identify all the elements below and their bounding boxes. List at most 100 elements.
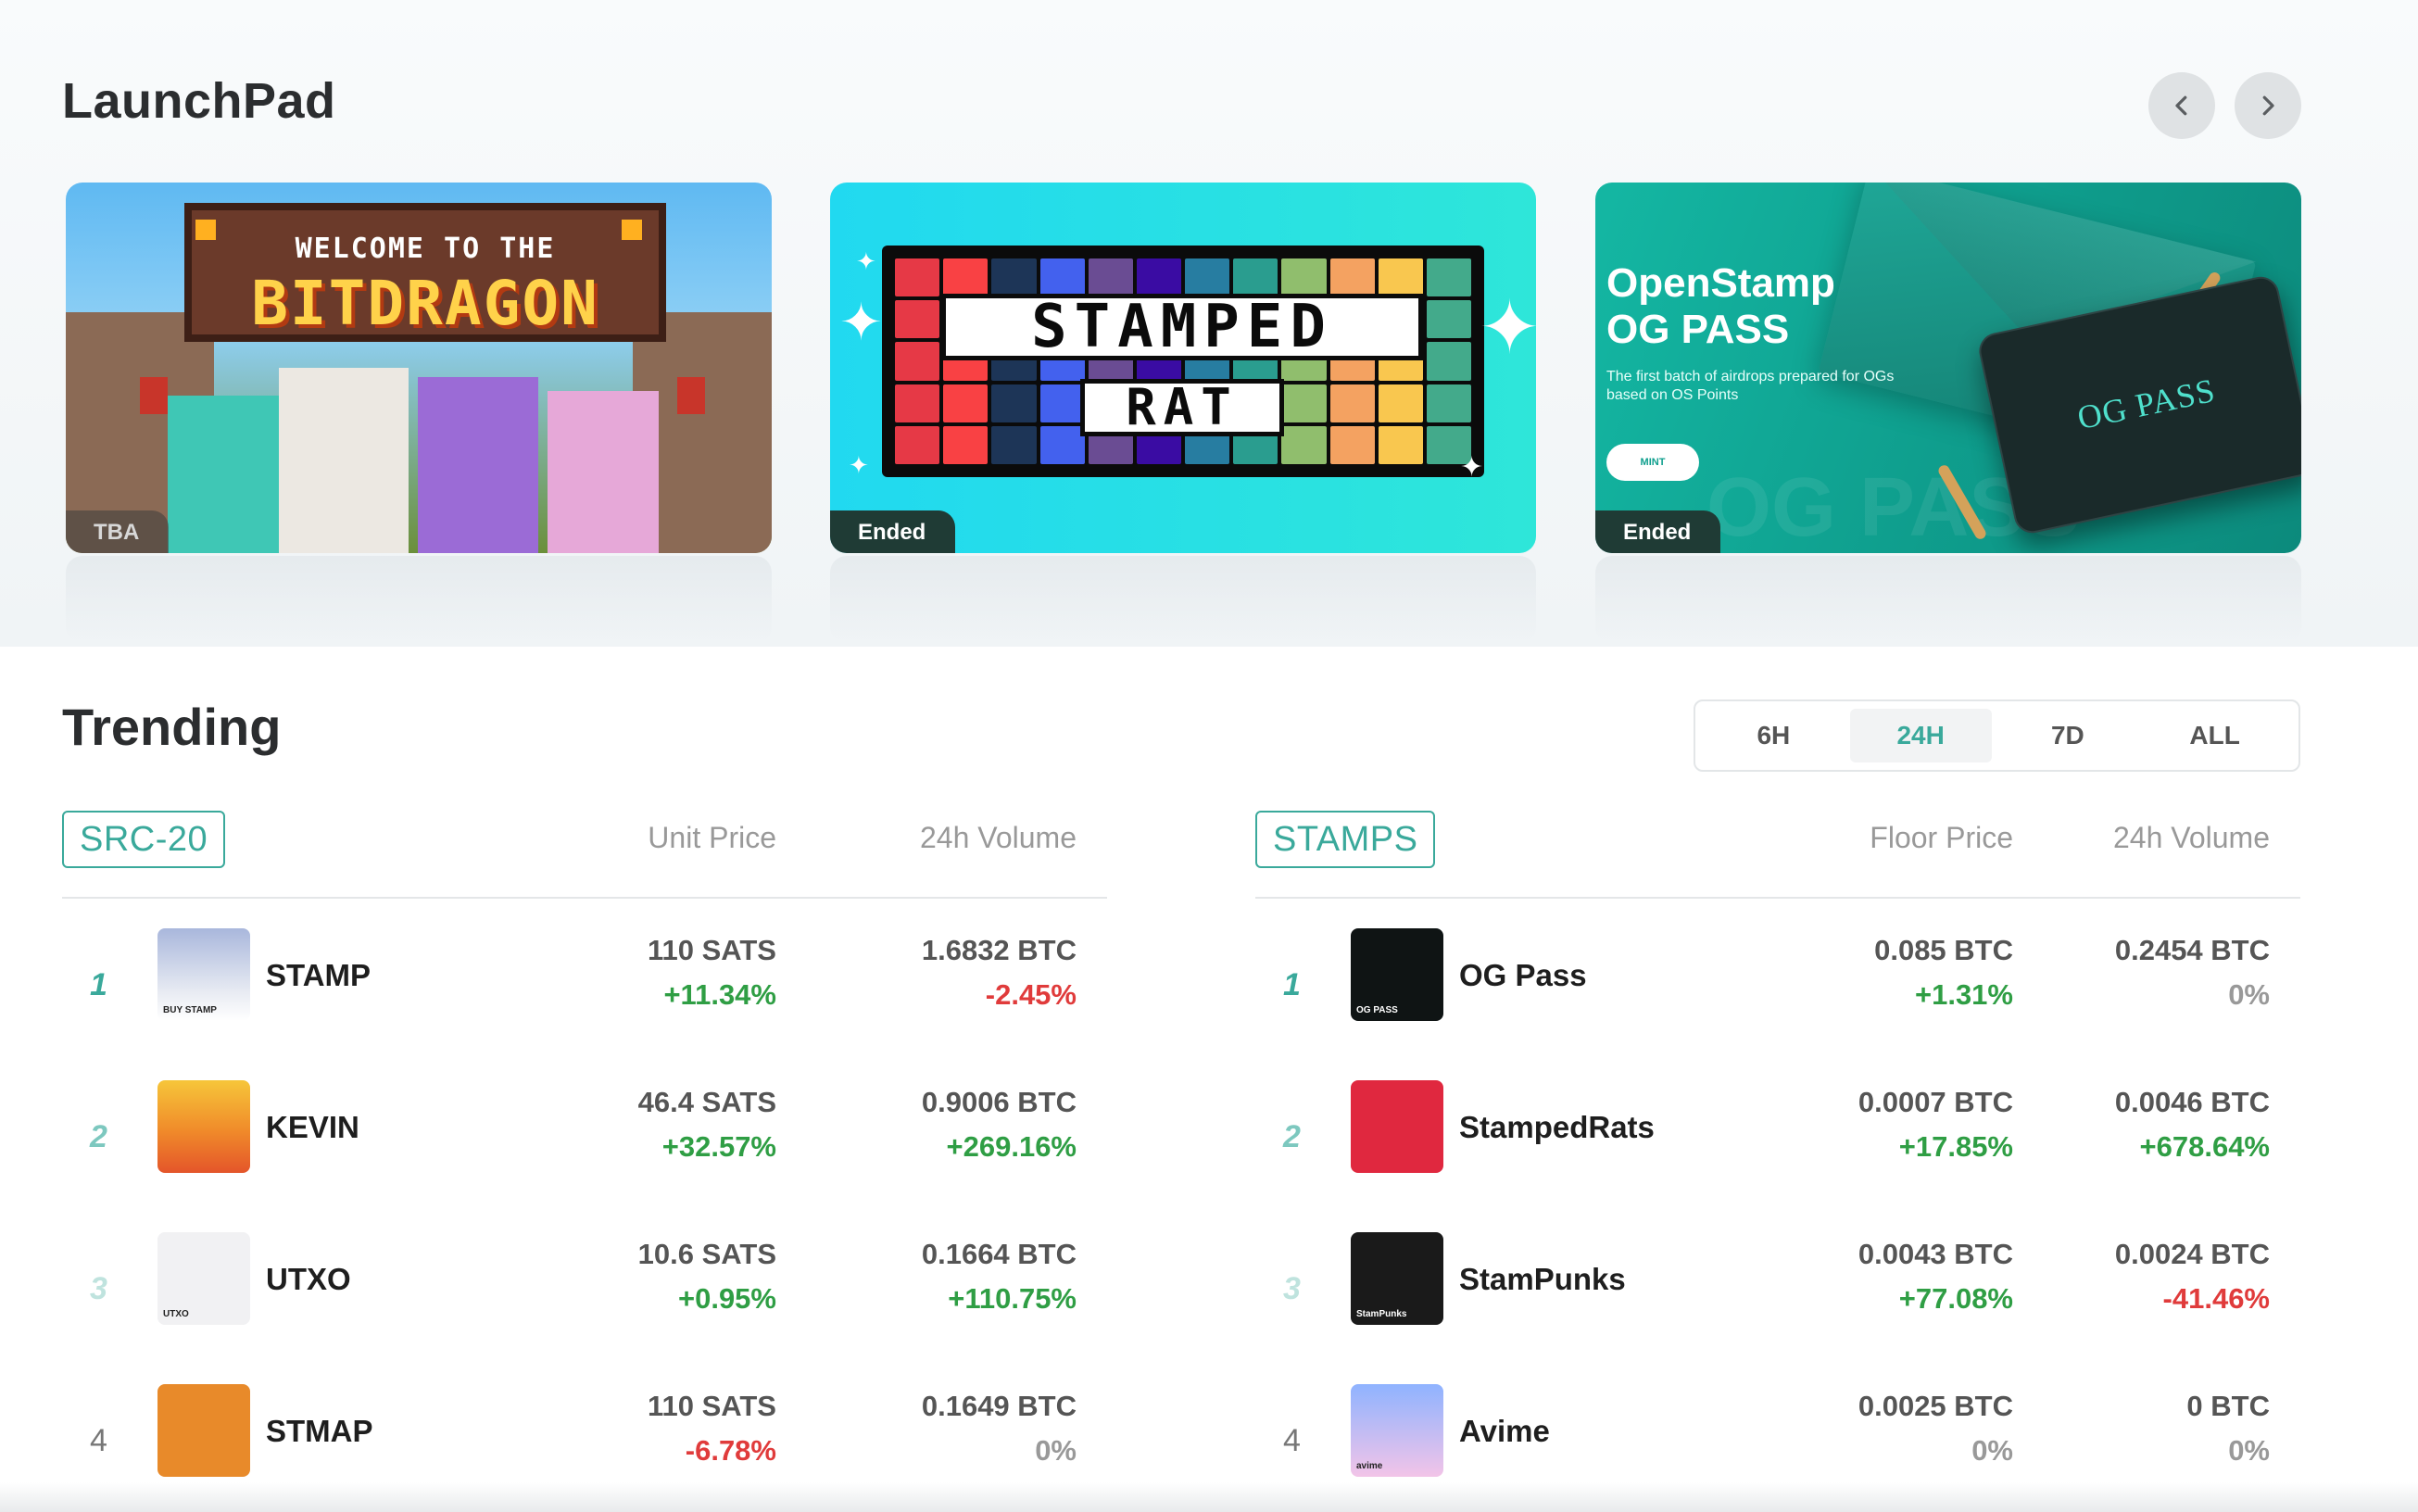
- carousel-prev-button[interactable]: [2148, 72, 2215, 139]
- card-art-description: The first batch of airdrops prepared for…: [1606, 369, 1895, 403]
- card-art-title-line2: OG PASS: [1606, 307, 1790, 352]
- launchpad-section: LaunchPad WELCOME TO THE BITDRAGON TBA S…: [0, 0, 2418, 647]
- launchpad-title: LaunchPad: [62, 73, 336, 129]
- rat-tile: [1329, 384, 1375, 422]
- price-value: 46.4 SATS: [637, 1086, 776, 1118]
- price-change: +1.31%: [1914, 978, 2013, 1011]
- table-row[interactable]: 1 BUY STAMP STAMP 110 SATS +11.34% 1.6832 BTC…: [62, 928, 1107, 1027]
- price-change: +32.57%: [661, 1130, 776, 1163]
- table-row[interactable]: 1 OG PASS OG Pass 0.085 BTC +1.31% 0.2454 BTC…: [1255, 928, 2300, 1027]
- launchpad-card-og-pass[interactable]: OG PASS OG PASS OpenStamp OG PASS The fi…: [1595, 183, 2301, 553]
- sparkle-icon: ✦: [849, 451, 869, 479]
- token-name: UTXO: [266, 1262, 351, 1296]
- row-rank: 4: [1283, 1423, 1301, 1458]
- token-thumbnail: [157, 1080, 250, 1173]
- column-header-volume: 24h Volume: [919, 821, 1077, 854]
- price-change: 0%: [1971, 1434, 2013, 1467]
- row-rank: 3: [1283, 1271, 1301, 1306]
- rat-tile: [895, 258, 940, 297]
- price-change: +0.95%: [677, 1282, 776, 1315]
- token-name: StamPunks: [1459, 1262, 1626, 1296]
- rat-tile: [991, 258, 1037, 297]
- volume-value: 0 BTC: [2186, 1390, 2270, 1422]
- rat-tile: [1378, 425, 1423, 464]
- divider: [62, 897, 1107, 899]
- rat-tile: [1378, 258, 1423, 297]
- src20-label[interactable]: SRC-20: [62, 811, 226, 868]
- volume-value: 0.1649 BTC: [921, 1390, 1077, 1422]
- pass-card-text: OG PASS: [2073, 371, 2219, 437]
- stamps-label[interactable]: STAMPS: [1255, 811, 1436, 868]
- row-rank: 1: [1283, 967, 1301, 1002]
- launchpad-card-stamped-rat[interactable]: STAMPED RAT ✦ ✦ ✦ ✦ ✦ Ended: [830, 183, 1536, 553]
- price-value: 0.0025 BTC: [1858, 1390, 2013, 1422]
- price-value: 0.0007 BTC: [1858, 1086, 2013, 1118]
- price-change: +17.85%: [1898, 1130, 2013, 1163]
- tab-24h[interactable]: 24H: [1849, 709, 1992, 762]
- rat-tile: [943, 384, 989, 422]
- rat-tile: [1039, 384, 1085, 422]
- carousel-next-button[interactable]: [2235, 72, 2301, 139]
- volume-change: -41.46%: [2162, 1282, 2270, 1315]
- thumbnail-text: avime: [1356, 1461, 1383, 1471]
- column-header-floor-price: Floor Price: [1870, 821, 2013, 854]
- table-row[interactable]: 2 KEVIN 46.4 SATS +32.57% 0.9006 BTC +269.16%: [62, 1080, 1107, 1178]
- table-row[interactable]: 3 UTXO UTXO 10.6 SATS +0.95% 0.1664 BTC +110.7…: [62, 1232, 1107, 1330]
- tab-6h[interactable]: 6H: [1703, 709, 1845, 762]
- token-name: KEVIN: [266, 1110, 359, 1144]
- rat-tile: [1426, 258, 1471, 297]
- card-reflection: [66, 556, 772, 644]
- thumbnail-text: StamPunks: [1356, 1309, 1407, 1319]
- volume-value: 0.9006 BTC: [921, 1086, 1077, 1118]
- tab-7d[interactable]: 7D: [1997, 709, 2139, 762]
- table-row[interactable]: 4 avime Avime 0.0025 BTC 0% 0 BTC 0%: [1255, 1384, 2300, 1482]
- rat-tile: [1281, 258, 1327, 297]
- table-row[interactable]: 3 StamPunks StamPunks 0.0043 BTC +77.08% 0.00…: [1255, 1232, 2300, 1330]
- card-art-subtitle: RAT: [1080, 379, 1284, 436]
- card-art-text: WELCOME TO THE: [295, 233, 556, 265]
- rat-tile: [895, 342, 940, 381]
- rat-tile: [1233, 258, 1278, 297]
- rat-tile: [1378, 384, 1423, 422]
- trending-title: Trending: [62, 698, 282, 756]
- volume-change: +269.16%: [946, 1130, 1077, 1163]
- token-thumbnail: BUY STAMP: [157, 928, 250, 1021]
- torch-flame: [195, 220, 216, 240]
- card-art-title: STAMPED: [941, 294, 1423, 360]
- row-rank: 2: [1283, 1119, 1301, 1154]
- divider: [1255, 897, 2300, 899]
- volume-value: 0.0046 BTC: [2114, 1086, 2270, 1118]
- rat-tile: [895, 384, 940, 422]
- chevron-right-icon: [2262, 95, 2274, 116]
- dragon-figure: [548, 391, 659, 553]
- sparkle-icon: ✦: [856, 247, 876, 275]
- torch-flame: [622, 220, 642, 240]
- card-art-gate: WELCOME TO THE BITDRAGON: [184, 203, 666, 342]
- dragon-figure: [418, 377, 538, 553]
- mint-button[interactable]: MINT: [1606, 444, 1699, 481]
- thumbnail-text: BUY STAMP: [163, 1005, 217, 1015]
- rat-tile: [943, 258, 989, 297]
- card-art-title: OpenStamp OG PASS: [1606, 260, 1835, 353]
- rat-tile: [1039, 258, 1085, 297]
- price-change: -6.78%: [685, 1434, 776, 1467]
- volume-change: +110.75%: [948, 1282, 1077, 1315]
- table-row[interactable]: 4 STMAP 110 SATS -6.78% 0.1649 BTC 0%: [62, 1384, 1107, 1482]
- row-rank: 1: [90, 967, 107, 1002]
- table-row[interactable]: 2 StampedRats 0.0007 BTC +17.85% 0.0046 BTC +…: [1255, 1080, 2300, 1178]
- row-rank: 4: [90, 1423, 107, 1458]
- price-change: +11.34%: [663, 978, 776, 1011]
- card-status-badge: TBA: [66, 510, 170, 553]
- card-art-title: BITDRAGON: [251, 268, 599, 339]
- token-name: STMAP: [266, 1414, 373, 1448]
- price-value: 10.6 SATS: [637, 1238, 776, 1270]
- row-rank: 3: [90, 1271, 107, 1306]
- card-art-title-line1: OpenStamp: [1606, 260, 1835, 306]
- chevron-left-icon: [2175, 95, 2187, 116]
- card-status-badge: Ended: [1595, 510, 1721, 553]
- tab-all[interactable]: ALL: [2144, 709, 2286, 762]
- price-value: 110 SATS: [647, 1390, 776, 1422]
- card-status-badge: Ended: [830, 510, 956, 553]
- launchpad-card-bitdragon[interactable]: WELCOME TO THE BITDRAGON TBA: [66, 183, 772, 553]
- rat-tile: [895, 425, 940, 464]
